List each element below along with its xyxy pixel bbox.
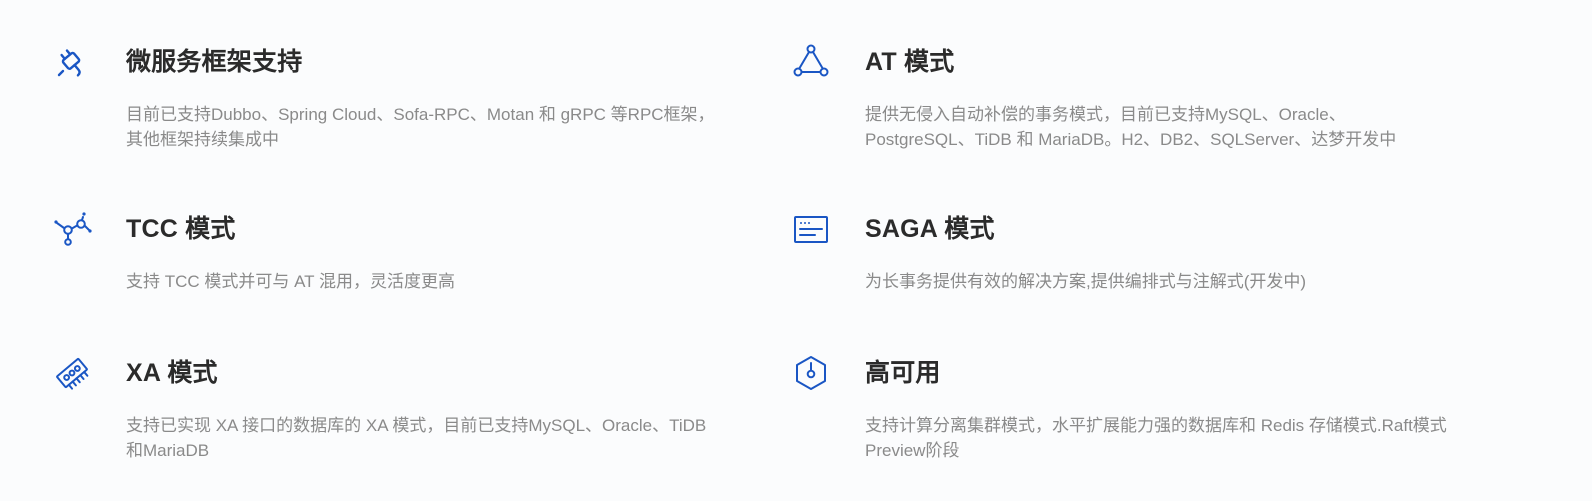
memory-chip-icon (52, 353, 92, 393)
feature-description: 支持计算分离集群模式，水平扩展能力强的数据库和 Redis 存储模式.Raft模… (865, 416, 1447, 460)
plug-icon (52, 42, 92, 82)
feature-description: 为长事务提供有效的解决方案,提供编排式与注解式(开发中) (865, 272, 1307, 291)
molecule-icon (52, 209, 92, 249)
feature-title: XA 模式 (126, 359, 218, 387)
hexagon-node-icon (791, 353, 831, 393)
terminal-window-icon (791, 209, 831, 249)
feature-description: 支持已实现 XA 接口的数据库的 XA 模式，目前已支持MySQL、Oracle… (126, 416, 707, 460)
triangle-nodes-icon (791, 42, 831, 82)
feature-title: 高可用 (865, 359, 941, 387)
feature-title: SAGA 模式 (865, 215, 995, 243)
feature-title: 微服务框架支持 (126, 48, 303, 76)
feature-title: AT 模式 (865, 48, 955, 76)
feature-description: 提供无侵入自动补偿的事务模式，目前已支持MySQL、Oracle、Postgre… (865, 105, 1397, 149)
feature-description: 支持 TCC 模式并可与 AT 混用，灵活度更高 (126, 272, 455, 291)
feature-title: TCC 模式 (126, 215, 236, 243)
feature-description: 目前已支持Dubbo、Spring Cloud、Sofa-RPC、Motan 和… (126, 105, 715, 149)
features-grid: 微服务框架支持 目前已支持Dubbo、Spring Cloud、Sofa-RPC… (0, 0, 1592, 501)
